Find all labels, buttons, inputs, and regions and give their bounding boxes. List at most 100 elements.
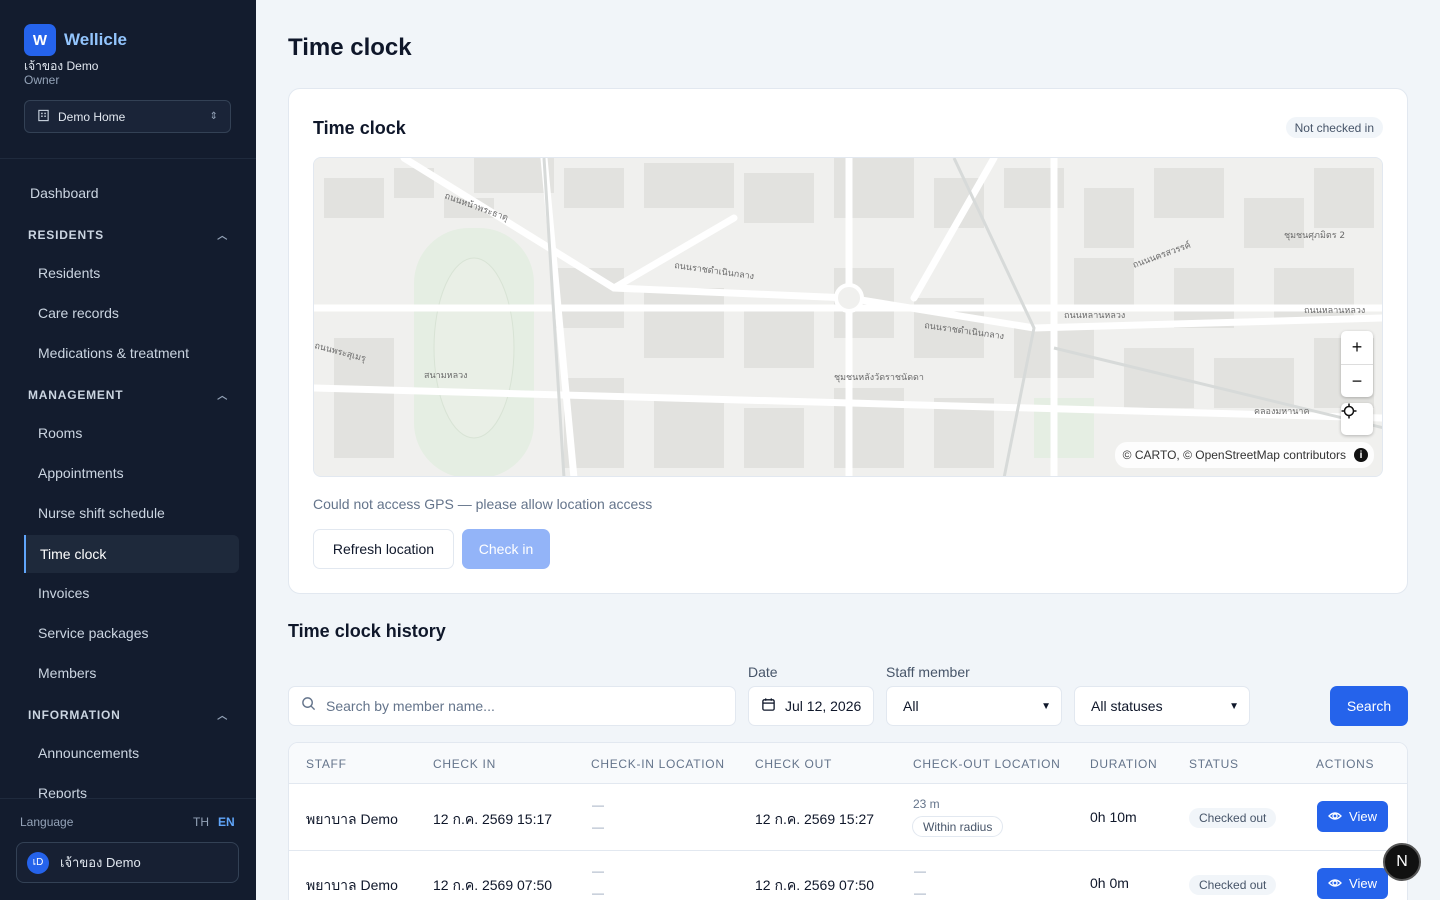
section-residents[interactable]: RESIDENTS ︿ bbox=[28, 227, 228, 243]
column-header: CHECK IN bbox=[433, 757, 496, 771]
sidebar-nav: Dashboard RESIDENTS ︿ Residents Care reco… bbox=[0, 172, 256, 798]
chevron-down-icon: ▼ bbox=[1229, 700, 1239, 712]
chevron-up-icon: ︿ bbox=[217, 711, 228, 722]
staff-select-value: All bbox=[903, 698, 919, 714]
staff-cell: พยาบาล Demo bbox=[306, 877, 398, 893]
history-title: Time clock history bbox=[288, 621, 446, 641]
chevron-up-icon: ︿ bbox=[217, 231, 228, 242]
sidebar-item-nurse-shift[interactable]: Nurse shift schedule bbox=[24, 494, 239, 532]
check-out-cell: 12 ก.ค. 2569 07:50 bbox=[755, 877, 875, 893]
branch-name: Demo Home bbox=[58, 109, 126, 124]
user-menu-name: เจ้าของ Demo bbox=[60, 855, 141, 870]
status-select[interactable]: All statuses ▼ bbox=[1074, 686, 1250, 726]
check-in-cell: 12 ก.ค. 2569 15:17 bbox=[433, 811, 553, 827]
map-label: สนามหลวง bbox=[424, 371, 468, 381]
sidebar-item-dashboard[interactable]: Dashboard bbox=[16, 174, 231, 212]
brand[interactable]: W Wellicle bbox=[24, 24, 127, 56]
check-out-location-cell: — bbox=[914, 864, 926, 878]
check-in-location-cell: — bbox=[592, 820, 604, 834]
date-filter[interactable]: Jul 12, 2026 bbox=[748, 686, 874, 726]
sidebar-item-rooms[interactable]: Rooms bbox=[24, 414, 239, 452]
time-clock-card: Time clock Not checked in ถนนราชดำเนินกล… bbox=[288, 88, 1408, 594]
eye-icon bbox=[1328, 809, 1342, 824]
view-button[interactable]: View bbox=[1317, 868, 1388, 899]
page-title: Time clock bbox=[288, 34, 412, 61]
zoom-in-button[interactable]: + bbox=[1341, 331, 1373, 364]
sidebar-divider bbox=[0, 798, 256, 799]
sidebar-divider bbox=[0, 158, 256, 159]
check-in-location-cell: — bbox=[592, 798, 604, 812]
calendar-icon bbox=[761, 697, 776, 715]
sidebar-item-reports[interactable]: Reports bbox=[24, 774, 239, 798]
map-tiles: ถนนราชดำเนินกลาง ถนนราชดำเนินกลาง ถนนหลา… bbox=[314, 158, 1382, 476]
sidebar: W Wellicle เจ้าของ Demo Owner Demo Home … bbox=[0, 0, 256, 900]
duration-cell: 0h 0m bbox=[1090, 875, 1129, 891]
language-label: Language bbox=[20, 815, 74, 829]
chevron-updown-icon: ⇕ bbox=[209, 111, 218, 122]
distance-value: 23 m bbox=[913, 797, 940, 811]
section-label: RESIDENTS bbox=[28, 227, 104, 242]
gps-error-message: Could not access GPS — please allow loca… bbox=[313, 496, 653, 512]
branch-selector[interactable]: Demo Home ⇕ bbox=[24, 100, 231, 133]
location-map[interactable]: ถนนราชดำเนินกลาง ถนนราชดำเนินกลาง ถนนหลา… bbox=[313, 157, 1383, 477]
sidebar-item-appointments[interactable]: Appointments bbox=[24, 454, 239, 492]
zoom-out-button[interactable]: − bbox=[1341, 364, 1373, 397]
member-search bbox=[288, 686, 736, 726]
sidebar-item-residents[interactable]: Residents bbox=[24, 254, 239, 292]
search-button[interactable]: Search bbox=[1330, 686, 1408, 726]
locate-button[interactable] bbox=[1341, 403, 1373, 435]
chevron-up-icon: ︿ bbox=[217, 391, 228, 402]
section-management[interactable]: MANAGEMENT ︿ bbox=[28, 387, 228, 403]
sidebar-item-medications[interactable]: Medications & treatment bbox=[24, 334, 239, 372]
language-th-toggle[interactable]: TH bbox=[193, 815, 209, 829]
attribution-text: © CARTO, © OpenStreetMap contributors bbox=[1122, 448, 1346, 462]
duration-cell: 0h 10m bbox=[1090, 809, 1137, 825]
brand-name: Wellicle bbox=[64, 30, 127, 49]
view-button[interactable]: View bbox=[1317, 801, 1388, 832]
map-attribution: © CARTO, © OpenStreetMap contributors i bbox=[1114, 442, 1374, 468]
chevron-down-icon: ▼ bbox=[1041, 700, 1051, 712]
check-out-cell: 12 ก.ค. 2569 15:27 bbox=[755, 811, 875, 827]
date-value: Jul 12, 2026 bbox=[785, 698, 862, 714]
sidebar-item-invoices[interactable]: Invoices bbox=[24, 574, 239, 612]
staff-cell: พยาบาล Demo bbox=[306, 811, 398, 827]
status-select-value: All statuses bbox=[1091, 698, 1163, 714]
map-label: ชุมชนหลังวัดราชนัดดา bbox=[834, 373, 924, 383]
column-header: DURATION bbox=[1090, 757, 1158, 771]
search-icon bbox=[301, 696, 316, 716]
map-label: ถนนหลานหลวง bbox=[1304, 306, 1365, 316]
sidebar-item-members[interactable]: Members bbox=[24, 654, 239, 692]
sidebar-item-service-packages[interactable]: Service packages bbox=[24, 614, 239, 652]
map-label: ชุมชนศุภมิตร 2 bbox=[1284, 230, 1345, 241]
sidebar-user-role: Owner bbox=[24, 73, 60, 87]
table-row: พยาบาล Demo 12 ก.ค. 2569 15:17 — — 12 ก.… bbox=[289, 784, 1407, 851]
column-header: CHECK OUT bbox=[755, 757, 832, 771]
column-header: STAFF bbox=[306, 757, 347, 771]
status-badge: Checked out bbox=[1189, 808, 1277, 828]
sidebar-item-care-records[interactable]: Care records bbox=[24, 294, 239, 332]
brand-logo: W bbox=[24, 24, 56, 56]
section-information[interactable]: INFORMATION ︿ bbox=[28, 707, 228, 723]
check-in-cell: 12 ก.ค. 2569 07:50 bbox=[433, 877, 553, 893]
check-in-button[interactable]: Check in bbox=[462, 529, 550, 569]
sidebar-item-announcements[interactable]: Announcements bbox=[24, 734, 239, 772]
user-menu[interactable]: เD เจ้าของ Demo bbox=[16, 842, 239, 883]
column-header: STATUS bbox=[1189, 757, 1239, 771]
status-badge: Checked out bbox=[1189, 875, 1277, 895]
status-badge: Not checked in bbox=[1285, 117, 1383, 138]
info-icon[interactable]: i bbox=[1354, 448, 1368, 462]
eye-icon bbox=[1328, 876, 1342, 891]
table-header: STAFF CHECK IN CHECK-IN LOCATION CHECK O… bbox=[289, 743, 1407, 784]
refresh-location-button[interactable]: Refresh location bbox=[313, 529, 454, 569]
map-label: ถนนหลานหลวง bbox=[1064, 311, 1125, 321]
view-label: View bbox=[1349, 876, 1377, 891]
check-in-location-cell: — bbox=[592, 886, 604, 900]
building-icon bbox=[37, 109, 50, 125]
dev-tools-badge[interactable]: N bbox=[1383, 843, 1421, 881]
sidebar-item-time-clock[interactable]: Time clock bbox=[24, 535, 239, 573]
column-header: CHECK-IN LOCATION bbox=[591, 757, 725, 771]
search-input[interactable] bbox=[326, 698, 706, 714]
radius-badge: Within radius bbox=[912, 816, 1004, 837]
language-en-toggle[interactable]: EN bbox=[218, 815, 235, 829]
staff-select[interactable]: All ▼ bbox=[886, 686, 1062, 726]
